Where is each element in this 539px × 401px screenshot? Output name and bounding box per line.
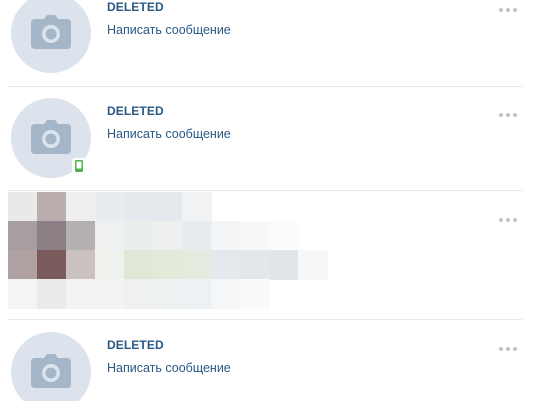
user-name[interactable]: DELETED — [107, 0, 164, 14]
write-message-link[interactable]: Написать сообщение — [107, 127, 231, 141]
list-item: DELETED Написать сообщение — [0, 87, 539, 190]
write-message-link[interactable]: Написать сообщение — [107, 23, 231, 37]
camera-icon — [31, 120, 71, 154]
list-item: DELETED Написать сообщение — [0, 320, 539, 401]
more-dots-icon[interactable] — [499, 344, 519, 354]
write-message-link[interactable]: Написать сообщение — [107, 361, 231, 375]
user-name[interactable]: DELETED — [107, 338, 164, 352]
mobile-phone-icon — [75, 160, 83, 172]
avatar[interactable] — [11, 332, 91, 401]
friends-list: DELETED Написать сообщение DELETED Напис… — [0, 0, 539, 401]
avatar[interactable] — [11, 0, 91, 73]
camera-icon — [31, 354, 71, 388]
more-dots-icon[interactable] — [499, 110, 519, 120]
camera-icon — [31, 15, 71, 49]
more-dots-icon[interactable] — [499, 5, 519, 15]
user-name[interactable]: DELETED — [107, 104, 164, 118]
list-item: DELETED Написать сообщение — [0, 0, 539, 86]
redacted-pixelated-area — [8, 192, 328, 309]
mobile-online-badge — [72, 158, 86, 174]
more-dots-icon[interactable] — [499, 215, 519, 225]
